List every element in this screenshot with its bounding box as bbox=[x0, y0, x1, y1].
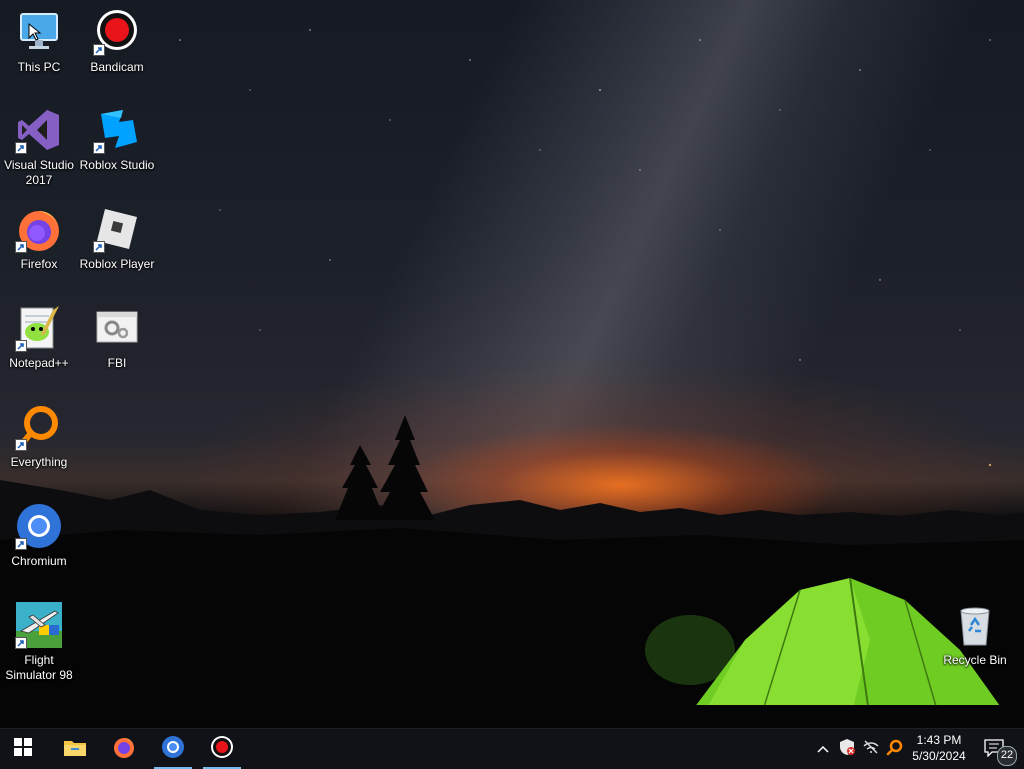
icon-label: Recycle Bin bbox=[943, 653, 1007, 667]
notification-count-badge: 22 bbox=[997, 746, 1017, 766]
recycle-bin-icon bbox=[951, 601, 999, 649]
desktop-icon-recycle-bin[interactable]: Recycle Bin bbox=[936, 601, 1014, 668]
taskbar-firefox[interactable] bbox=[101, 729, 147, 769]
folder-icon bbox=[63, 737, 87, 762]
flight-simulator-icon bbox=[15, 601, 63, 649]
chevron-up-icon bbox=[817, 740, 829, 758]
this-pc-icon bbox=[15, 8, 63, 56]
taskbar-bandicam[interactable] bbox=[199, 729, 245, 769]
shortcut-arrow-icon bbox=[15, 241, 27, 253]
windows-start-icon bbox=[14, 737, 32, 761]
desktop-icon-flight-simulator[interactable]: Flight Simulator 98 bbox=[0, 601, 78, 683]
icon-label: Visual Studio 2017 bbox=[4, 158, 74, 187]
desktop-icon-visual-studio[interactable]: Visual Studio 2017 bbox=[0, 106, 78, 188]
icon-label: Bandicam bbox=[90, 60, 144, 74]
everything-icon bbox=[15, 403, 63, 451]
icon-label: FBI bbox=[107, 356, 127, 370]
firefox-icon bbox=[15, 205, 63, 253]
notepadpp-icon bbox=[15, 304, 63, 352]
icon-label: Roblox Player bbox=[79, 257, 155, 271]
fbi-icon bbox=[93, 304, 141, 352]
clock-time: 1:43 PM bbox=[916, 733, 962, 747]
desktop-icon-roblox-player[interactable]: Roblox Player bbox=[78, 205, 156, 272]
stars bbox=[179, 29, 992, 467]
desktop-icon-bandicam[interactable]: Bandicam bbox=[78, 8, 156, 75]
visual-studio-icon bbox=[15, 106, 63, 154]
desktop-icon-firefox[interactable]: Firefox bbox=[0, 205, 78, 272]
bandicam-icon bbox=[210, 735, 234, 764]
taskbar: 1:43 PM 5/30/2024 22 bbox=[0, 728, 1024, 769]
desktop-icon-fbi[interactable]: FBI bbox=[78, 304, 156, 371]
start-button[interactable] bbox=[0, 729, 46, 769]
shortcut-arrow-icon bbox=[15, 538, 27, 550]
chromium-icon bbox=[161, 735, 185, 764]
shortcut-arrow-icon bbox=[15, 637, 27, 649]
desktop-icon-chromium[interactable]: Chromium bbox=[0, 502, 78, 569]
bandicam-icon bbox=[93, 8, 141, 56]
roblox-studio-icon bbox=[93, 106, 141, 154]
shortcut-arrow-icon bbox=[93, 241, 105, 253]
icon-label: Flight Simulator 98 bbox=[5, 653, 73, 682]
icon-label: Roblox Studio bbox=[79, 158, 155, 172]
shortcut-arrow-icon bbox=[15, 142, 27, 154]
tray-everything[interactable] bbox=[885, 739, 905, 759]
shortcut-arrow-icon bbox=[15, 439, 27, 451]
icon-label: Chromium bbox=[11, 554, 67, 568]
taskbar-chromium[interactable] bbox=[150, 729, 196, 769]
icon-label: Everything bbox=[10, 455, 68, 469]
clock[interactable]: 1:43 PM 5/30/2024 bbox=[904, 732, 974, 764]
shortcut-arrow-icon bbox=[93, 44, 105, 56]
clock-date: 5/30/2024 bbox=[912, 749, 966, 763]
shortcut-arrow-icon bbox=[93, 142, 105, 154]
taskbar-file-explorer[interactable] bbox=[52, 729, 98, 769]
desktop-icon-roblox-studio[interactable]: Roblox Studio bbox=[78, 106, 156, 173]
notification-center-button[interactable]: 22 bbox=[980, 729, 1020, 769]
icon-label: Notepad++ bbox=[9, 356, 69, 370]
desktop-icon-this-pc[interactable]: This PC bbox=[0, 8, 78, 75]
show-hidden-icons-button[interactable] bbox=[813, 739, 833, 759]
firefox-icon bbox=[112, 735, 136, 764]
desktop-icon-everything[interactable]: Everything bbox=[0, 403, 78, 470]
everything-icon bbox=[886, 738, 904, 761]
security-shield-icon bbox=[838, 738, 856, 761]
desktop-icon-notepadpp[interactable]: Notepad++ bbox=[0, 304, 78, 371]
desktop-background: This PC Bandicam Visual Studio 2017 Robl… bbox=[0, 0, 1024, 728]
tray-network[interactable] bbox=[861, 739, 881, 759]
icon-label: Firefox bbox=[20, 257, 58, 271]
icon-label: This PC bbox=[17, 60, 61, 74]
chromium-icon bbox=[15, 502, 63, 550]
tray-security[interactable] bbox=[837, 738, 857, 761]
pine-trees bbox=[335, 415, 435, 520]
roblox-player-icon bbox=[93, 205, 141, 253]
network-disconnected-icon bbox=[862, 738, 880, 761]
shortcut-arrow-icon bbox=[15, 340, 27, 352]
